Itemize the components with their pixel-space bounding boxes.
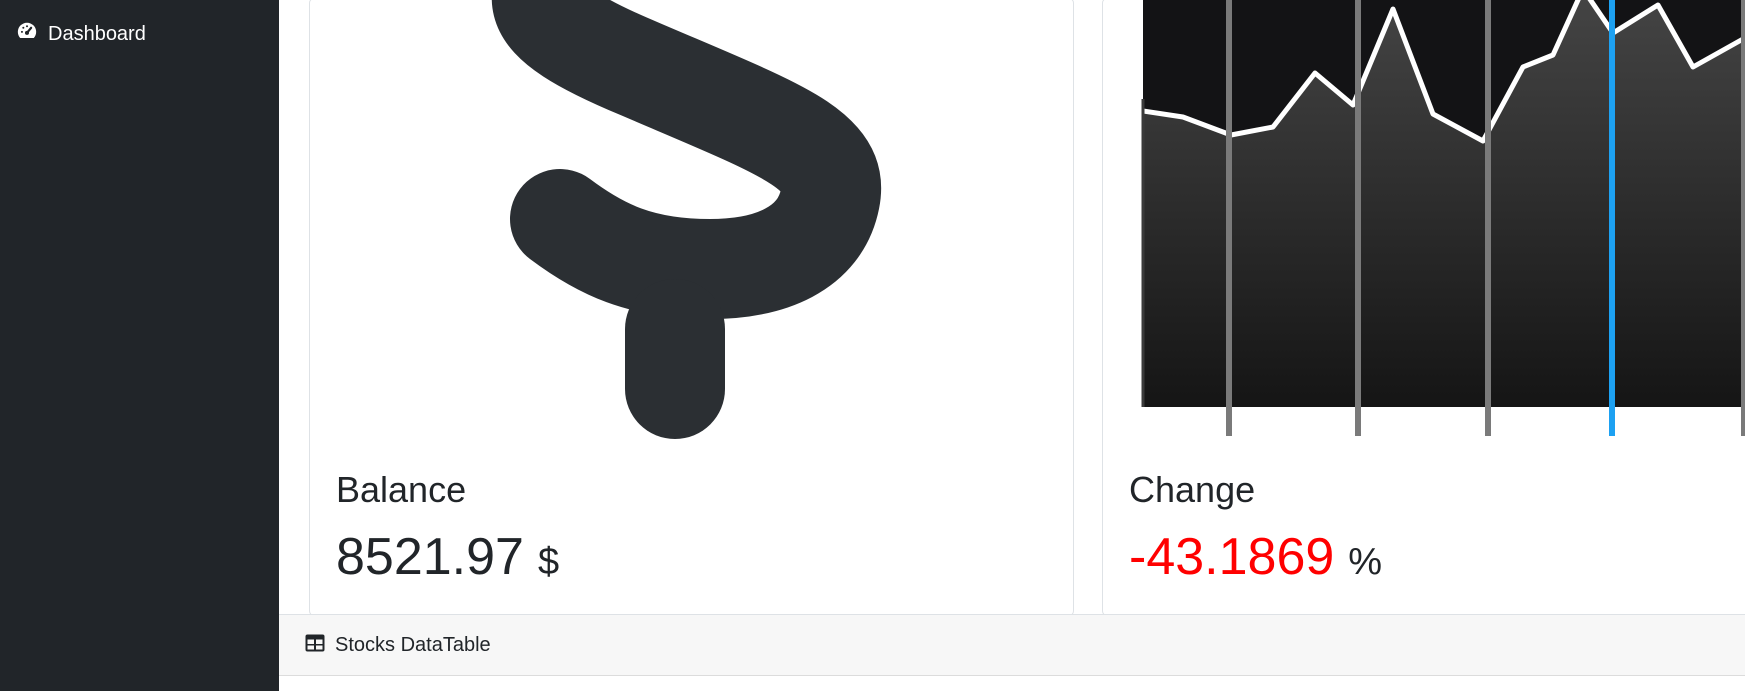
balance-card: Balance 8521.97 $ [309,0,1074,616]
change-title: Change [1129,469,1256,510]
change-unit: % [1348,541,1383,583]
sidebar-item-label: Dashboard [48,22,146,45]
main-content: Balance 8521.97 $ Change -43.1869 % Stoc… [279,0,1745,691]
sidebar-item-dashboard[interactable]: Dashboard [16,20,146,48]
line-chart-icon [1103,0,1745,464]
balance-unit: $ [537,541,560,583]
balance-amount: 8521.97 [336,528,524,586]
balance-title: Balance [336,469,467,510]
speedometer-icon [16,20,38,48]
table-icon [305,634,325,657]
sidebar: Dashboard [0,0,279,691]
balance-value: 8521.97 $ [336,527,559,587]
change-amount: -43.1869 [1129,528,1335,586]
datatable-header: Stocks DataTable [279,614,1745,676]
change-value: -43.1869 % [1129,527,1382,587]
dollar-sign-icon [310,0,1073,464]
datatable-title: Stocks DataTable [335,633,491,656]
change-card: Change -43.1869 % [1102,0,1745,616]
